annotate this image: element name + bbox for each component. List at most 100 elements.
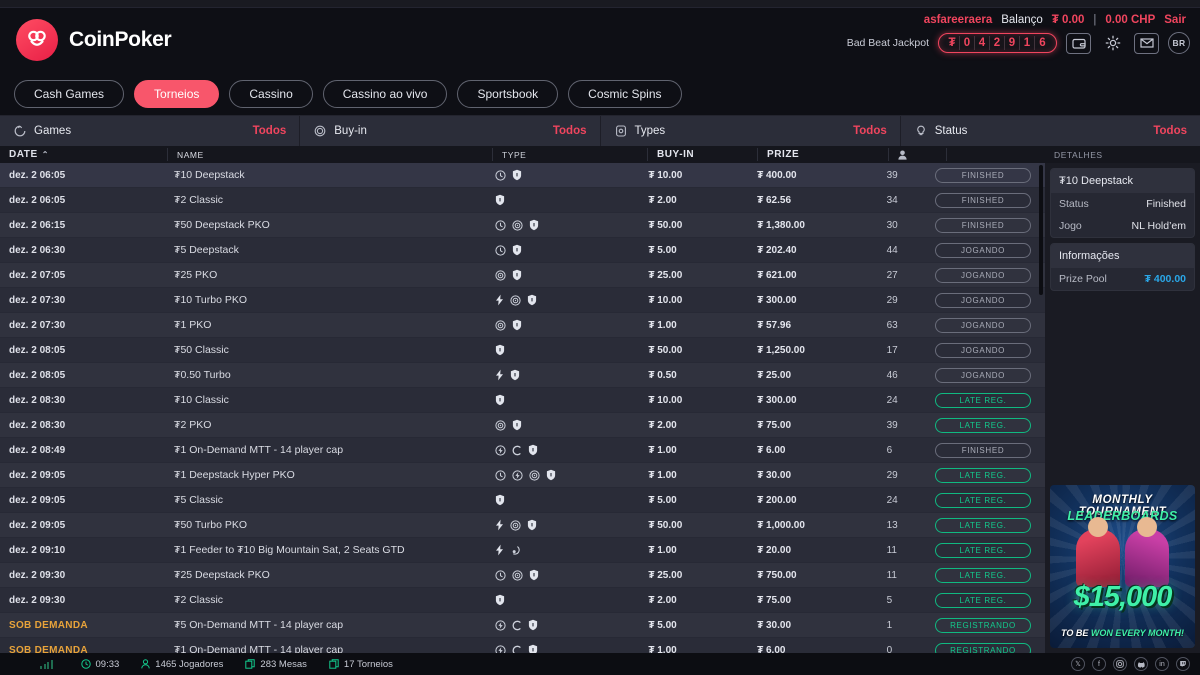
twitch-icon[interactable] <box>1176 657 1190 671</box>
filter-types-value[interactable]: Todos <box>853 125 887 137</box>
filter-games[interactable]: Games Todos <box>0 116 301 146</box>
promo-banner[interactable]: MONTHLY TOURNAMENT LEADERBOARDS $15,000 … <box>1050 485 1195 648</box>
status-badge[interactable]: LATE REG. <box>935 517 1031 533</box>
status-badge[interactable]: JOGANDO <box>935 267 1031 283</box>
status-badge[interactable]: JOGANDO <box>935 367 1031 383</box>
column-header-date-label: DATE <box>9 149 38 160</box>
table-row[interactable]: dez. 2 09:30 ₮2 Classic ₮ 2.00 ₮ 75.00 5 LATE… <box>0 588 1045 613</box>
nav-tab-cosmic-spins[interactable]: Cosmic Spins <box>568 79 682 108</box>
status-badge[interactable]: REGISTRANDO <box>935 617 1031 633</box>
cell-date: dez. 2 08:05 <box>9 344 66 356</box>
cell-date: dez. 2 07:30 <box>9 294 66 306</box>
linkedin-icon[interactable]: in <box>1155 657 1169 671</box>
facebook-icon[interactable]: f <box>1092 657 1106 671</box>
status-badge[interactable]: JOGANDO <box>935 342 1031 358</box>
table-row[interactable]: dez. 2 09:05 ₮5 Classic ₮ 5.00 ₮ 200.00 24 LA… <box>0 488 1045 513</box>
table-row[interactable]: dez. 2 08:30 ₮2 PKO ₮ 2.00 ₮ 75.00 39 LATE RE… <box>0 413 1045 438</box>
status-badge[interactable]: JOGANDO <box>935 242 1031 258</box>
table-row[interactable]: dez. 2 09:30 ₮25 Deepstack PKO ₮ 25.00 ₮ 75… <box>0 563 1045 588</box>
table-row[interactable]: dez. 2 07:05 ₮25 PKO ₮ 25.00 ₮ 621.00 27 JOGA… <box>0 263 1045 288</box>
table-row[interactable]: dez. 2 09:05 ₮50 Turbo PKO ₮ 50.00 ₮ 1,000.… <box>0 513 1045 538</box>
status-badge[interactable]: LATE REG. <box>935 592 1031 608</box>
instagram-icon[interactable] <box>1113 657 1127 671</box>
status-badge[interactable]: JOGANDO <box>935 292 1031 308</box>
table-row[interactable]: dez. 2 06:05 ₮2 Classic ₮ 2.00 ₮ 62.56 34 FIN… <box>0 188 1045 213</box>
table-header-row: DATE ⌃ NAME TYPE BUY-IN PRIZE <box>0 146 1045 163</box>
status-badge[interactable]: FINISHED <box>935 192 1031 208</box>
status-badge[interactable]: LATE REG. <box>935 492 1031 508</box>
filter-status[interactable]: Status Todos <box>901 116 1200 146</box>
guaranteed-shield-icon <box>512 169 522 181</box>
status-badge[interactable]: FINISHED <box>935 167 1031 183</box>
nav-tab-cassino-ao-vivo[interactable]: Cassino ao vivo <box>322 79 448 108</box>
table-row[interactable]: dez. 2 08:30 ₮10 Classic ₮ 10.00 ₮ 300.00 24… <box>0 388 1045 413</box>
logout-button[interactable]: Sair <box>1164 14 1186 26</box>
table-row[interactable]: dez. 2 09:05 ₮1 Deepstack Hyper PKO ₮ 1.00… <box>0 463 1045 488</box>
discord-icon[interactable] <box>1134 657 1148 671</box>
status-badge[interactable]: LATE REG. <box>935 417 1031 433</box>
column-header-players[interactable] <box>888 148 946 161</box>
table-row[interactable]: dez. 2 06:30 ₮5 Deepstack ₮ 5.00 ₮ 202.40 44… <box>0 238 1045 263</box>
filter-buyin-value[interactable]: Todos <box>553 125 587 137</box>
filter-buyin[interactable]: Buy-in Todos <box>300 116 601 146</box>
table-row[interactable]: dez. 2 08:05 ₮50 Classic ₮ 50.00 ₮ 1,250.00… <box>0 338 1045 363</box>
table-row[interactable]: dez. 2 06:05 ₮10 Deepstack ₮ 10.00 ₮ 400.00… <box>0 163 1045 188</box>
jackpot-counter[interactable]: ₮ 0 4 2 9 1 6 <box>938 33 1057 53</box>
table-row[interactable]: dez. 2 07:30 ₮10 Turbo PKO ₮ 10.00 ₮ 300.00… <box>0 288 1045 313</box>
status-badge[interactable]: LATE REG. <box>935 542 1031 558</box>
nav-tab-cash-games[interactable]: Cash Games <box>14 79 125 108</box>
x-twitter-icon[interactable]: 𝕏 <box>1071 657 1085 671</box>
table-scrollbar[interactable] <box>1039 165 1043 295</box>
games-icon <box>13 124 27 138</box>
table-row[interactable]: SOB DEMANDA ₮5 On-Demand MTT - 14 player … <box>0 613 1045 638</box>
filter-games-label: Games <box>34 125 72 137</box>
filter-status-value[interactable]: Todos <box>1153 125 1187 137</box>
cell-buyin: ₮ 1.00 <box>648 469 677 481</box>
column-header-name[interactable]: NAME <box>167 148 492 161</box>
table-row[interactable]: dez. 2 09:10 ₮1 Feeder to ₮10 Big Mountai… <box>0 538 1045 563</box>
status-badge[interactable]: FINISHED <box>935 217 1031 233</box>
hyper-bolt-circle-icon <box>512 469 523 481</box>
wallet-icon[interactable] <box>1066 32 1091 54</box>
cell-prize: ₮ 1,380.00 <box>757 219 805 231</box>
cell-status: LATE REG. <box>935 388 1045 412</box>
column-header-buyin[interactable]: BUY-IN <box>647 148 757 161</box>
cell-status: REGISTRANDO <box>935 638 1045 653</box>
cell-name: ₮25 PKO <box>174 269 218 281</box>
cell-prize: ₮ 400.00 <box>757 169 797 181</box>
column-header-type[interactable]: TYPE <box>492 148 647 161</box>
cell-buyin: ₮ 2.00 <box>648 419 677 431</box>
filter-types[interactable]: Types Todos <box>601 116 901 146</box>
table-row[interactable]: dez. 2 07:30 ₮1 PKO ₮ 1.00 ₮ 57.96 63 JOGANDO <box>0 313 1045 338</box>
table-row[interactable]: dez. 2 08:49 ₮1 On-Demand MTT - 14 player… <box>0 438 1045 463</box>
status-badge[interactable]: LATE REG. <box>935 567 1031 583</box>
status-badge[interactable]: JOGANDO <box>935 317 1031 333</box>
table-row[interactable]: SOB DEMANDA ₮1 On-Demand MTT - 14 player … <box>0 638 1045 653</box>
table-row[interactable]: dez. 2 06:15 ₮50 Deepstack PKO ₮ 50.00 ₮ 1,… <box>0 213 1045 238</box>
filter-games-value[interactable]: Todos <box>253 125 287 137</box>
language-badge[interactable]: BR <box>1168 32 1190 54</box>
sort-arrow-icon: ⌃ <box>41 150 49 159</box>
status-badge[interactable]: LATE REG. <box>935 392 1031 408</box>
nav-tab-sportsbook[interactable]: Sportsbook <box>457 79 559 108</box>
column-header-date[interactable]: DATE ⌃ <box>0 148 167 161</box>
status-badge[interactable]: LATE REG. <box>935 467 1031 483</box>
status-badge[interactable]: REGISTRANDO <box>935 642 1031 653</box>
nav-tab-cassino[interactable]: Cassino <box>229 79 313 108</box>
promo-figure-right <box>1125 517 1169 587</box>
brand[interactable]: CoinPoker <box>0 19 172 61</box>
table-body[interactable]: dez. 2 06:05 ₮10 Deepstack ₮ 10.00 ₮ 400.00… <box>0 163 1045 653</box>
nav-tab-torneios[interactable]: Torneios <box>134 79 220 108</box>
cell-players: 44 <box>886 244 898 256</box>
username-label[interactable]: asfareeraera <box>924 14 992 26</box>
details-panel: DETALHES ₮10 Deepstack Status Finished J… <box>1045 146 1200 653</box>
gear-icon[interactable] <box>1100 33 1125 54</box>
hyper-bolt-circle-icon <box>495 619 506 631</box>
mail-icon[interactable] <box>1134 32 1159 54</box>
cell-name: ₮10 Turbo PKO <box>174 294 247 306</box>
table-row[interactable]: dez. 2 08:05 ₮0.50 Turbo ₮ 0.50 ₮ 25.00 46 JO… <box>0 363 1045 388</box>
status-badge[interactable]: FINISHED <box>935 442 1031 458</box>
column-header-prize[interactable]: PRIZE <box>757 148 888 161</box>
filter-bar: Games Todos Buy-in Todos Types Todos Sta… <box>0 116 1200 146</box>
cell-status: LATE REG. <box>935 563 1045 587</box>
